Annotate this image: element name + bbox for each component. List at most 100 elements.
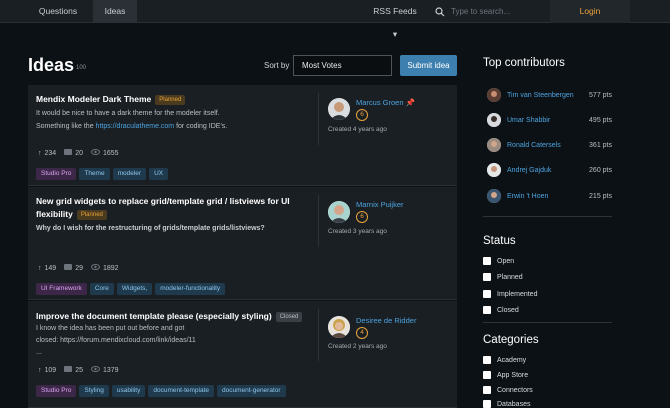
idea-description: Why do I wish for the restructuring of g… (36, 225, 265, 232)
views-icon (90, 366, 100, 374)
divider (318, 195, 319, 247)
upvote-icon[interactable]: ↑ (38, 150, 42, 157)
idea-title[interactable]: New grid widgets to replace grid/templat… (36, 195, 290, 221)
category-app-store-checkbox[interactable]: App Store (483, 371, 528, 379)
search-box[interactable] (430, 0, 550, 23)
avatar (487, 88, 501, 102)
contributor-row[interactable]: Erwin 't Hoen 215 pts (487, 188, 612, 204)
status-open-checkbox[interactable]: Open (483, 257, 514, 265)
idea-card: Improve the document template please (es… (28, 301, 457, 408)
created-date: Created 4 years ago (328, 126, 387, 133)
idea-card: Mendix Modeler Dark Theme Planned It woul… (28, 85, 457, 186)
reputation-badge: 6 (356, 211, 368, 223)
upvote-icon[interactable]: ↑ (38, 367, 42, 374)
upvote-icon[interactable]: ↑ (38, 265, 42, 272)
tag[interactable]: Styling (79, 385, 109, 397)
contributor-row[interactable]: Ronald Catersels 361 pts (487, 137, 612, 153)
category-academy-checkbox[interactable]: Academy (483, 356, 526, 364)
idea-stats: ↑ 109 25 1379 (38, 366, 119, 374)
avatar[interactable] (328, 316, 350, 338)
idea-description: It would be nice to have a dark theme fo… (36, 110, 228, 130)
search-icon (435, 6, 445, 16)
divider (483, 216, 612, 217)
rss-feeds-dropdown[interactable]: RSS Feeds ▾ (370, 0, 420, 39)
checkbox-box[interactable] (483, 400, 491, 408)
ideas-count: 100 (76, 65, 87, 71)
tag[interactable]: Studio Pro (36, 168, 77, 180)
idea-stats: ↑ 234 20 1655 (38, 149, 119, 157)
pin-icon: 📌 (405, 98, 415, 107)
tag[interactable]: modeler-functionality (155, 283, 226, 295)
contributor-name[interactable]: Andrej Gajduk (507, 167, 587, 174)
divider (318, 93, 319, 145)
contributor-points: 260 pts (589, 166, 612, 174)
sort-label: Sort by (264, 61, 290, 70)
checkbox-box[interactable] (483, 257, 491, 265)
tag[interactable]: document-template (148, 385, 214, 397)
comment-icon (64, 366, 73, 374)
reputation-badge: 4 (356, 327, 368, 339)
status-title: Status (483, 235, 516, 247)
top-contributors-title: Top contributors (483, 57, 565, 69)
caret-down-icon: ▾ (392, 29, 398, 39)
status-implemented-checkbox[interactable]: Implemented (483, 290, 537, 298)
avatar (487, 189, 501, 203)
views-icon (90, 149, 100, 157)
author-name[interactable]: Desiree de Ridder (356, 316, 416, 325)
page-title: Ideas (28, 55, 75, 75)
contributor-name[interactable]: Erwin 't Hoen (507, 193, 587, 200)
category-databases-checkbox[interactable]: Databases (483, 400, 530, 408)
tab-questions[interactable]: Questions (28, 0, 88, 23)
submit-idea-button[interactable]: Submit idea (400, 55, 457, 76)
categories-title: Categories (483, 334, 539, 346)
tag[interactable]: Core (89, 283, 114, 295)
views-icon (90, 264, 100, 272)
avatar[interactable] (328, 98, 350, 120)
status-badge: Closed (275, 312, 303, 322)
status-badge: Planned (76, 210, 107, 220)
contributor-name[interactable]: Umar Shabbir (507, 117, 587, 124)
idea-card: New grid widgets to replace grid/templat… (28, 187, 457, 300)
checkbox-box[interactable] (483, 290, 491, 298)
contributor-row[interactable]: Umar Shabbir 495 pts (487, 112, 612, 128)
status-badge: Planned (155, 95, 186, 105)
contributor-name[interactable]: Tim van Steenbergen (507, 92, 587, 99)
tag[interactable]: Theme (79, 168, 110, 180)
tag[interactable]: document-generator (217, 385, 286, 397)
comment-icon (64, 149, 73, 157)
author-name[interactable]: Marnix Puijker (356, 200, 404, 209)
checkbox-box[interactable] (483, 371, 491, 379)
tab-ideas[interactable]: Ideas (93, 0, 137, 23)
avatar[interactable] (328, 201, 350, 223)
search-input[interactable] (451, 7, 546, 16)
comment-icon (64, 264, 73, 272)
checkbox-box[interactable] (483, 306, 491, 314)
tag[interactable]: UI Framework (36, 283, 87, 295)
tag[interactable]: Studio Pro (36, 385, 77, 397)
idea-stats: ↑ 149 29 1892 (38, 264, 119, 272)
tag[interactable]: UX (149, 168, 169, 180)
created-date: Created 2 years ago (328, 343, 387, 350)
checkbox-box[interactable] (483, 273, 491, 281)
tag[interactable]: modeler (112, 168, 147, 180)
status-closed-checkbox[interactable]: Closed (483, 306, 519, 314)
status-planned-checkbox[interactable]: Planned (483, 273, 523, 281)
login-button[interactable]: Login (550, 0, 630, 23)
tag[interactable]: Widgets, (116, 283, 153, 295)
contributor-name[interactable]: Ronald Catersels (507, 142, 587, 149)
author-name[interactable]: Marcus Groen 📌 (356, 98, 415, 107)
avatar (487, 113, 501, 127)
tag[interactable]: usability (111, 385, 146, 397)
idea-title[interactable]: Improve the document template please (es… (36, 310, 303, 323)
contributor-row[interactable]: Tim van Steenbergen 577 pts (487, 87, 612, 103)
idea-title[interactable]: Mendix Modeler Dark Theme Planned (36, 93, 186, 106)
checkbox-box[interactable] (483, 356, 491, 364)
created-date: Created 3 years ago (328, 228, 387, 235)
category-connectors-checkbox[interactable]: Connectors (483, 386, 533, 394)
dracula-link[interactable]: https://draculatheme.com (96, 123, 175, 130)
tag-list: Studio Pro Theme modeler UX (36, 168, 171, 180)
checkbox-box[interactable] (483, 386, 491, 394)
contributor-points: 577 pts (589, 91, 612, 99)
sort-select[interactable]: Most Votes (293, 55, 392, 76)
contributor-row[interactable]: Andrej Gajduk 260 pts (487, 162, 612, 178)
